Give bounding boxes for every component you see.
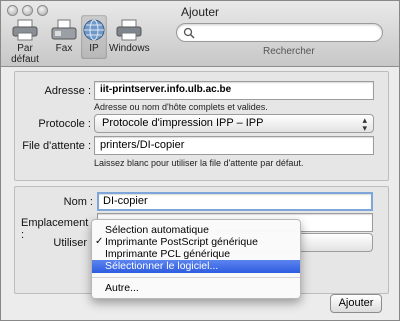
use-label: Utiliser	[53, 237, 87, 249]
protocol-popup[interactable]: Protocole d'impression IPP – IPP ▴ ▾	[94, 114, 374, 133]
add-printer-window: Ajouter Par défaut Fax IP Windows Recher…	[0, 0, 400, 321]
fax-icon	[51, 19, 77, 40]
windows-printer-icon	[116, 19, 142, 41]
menu-item-pcl[interactable]: Imprimante PCL générique	[92, 248, 300, 260]
toolbar-ip-label: IP	[89, 43, 99, 54]
menu-item-label: Sélectionner le logiciel...	[105, 260, 219, 272]
menu-item-postscript[interactable]: ✓ Imprimante PostScript générique	[92, 236, 300, 248]
search-field[interactable]	[176, 23, 383, 42]
toolbar-windows-label: Windows	[109, 43, 150, 54]
menu-item-label: Sélection automatique	[105, 224, 209, 236]
driver-menu: Sélection automatique ✓ Imprimante PostS…	[91, 219, 301, 299]
toolbar-default-label: Par défaut	[11, 43, 39, 65]
default-printer-icon	[12, 19, 38, 41]
menu-separator	[92, 277, 300, 278]
name-label: Nom :	[63, 196, 93, 208]
queue-hint: Laissez blanc pour utiliser la file d'at…	[94, 158, 304, 168]
address-hint: Adresse ou nom d'hôte complets et valide…	[94, 102, 268, 112]
address-label: Adresse :	[44, 85, 91, 97]
menu-item-select-software[interactable]: Sélectionner le logiciel...	[92, 260, 300, 273]
toolbar-fax[interactable]: Fax	[49, 15, 79, 59]
search-icon	[183, 27, 195, 39]
menu-item-label: Imprimante PostScript générique	[105, 236, 258, 248]
protocol-value: Protocole d'impression IPP – IPP	[102, 117, 264, 129]
address-field[interactable]: iit-printserver.info.ulb.ac.be	[94, 81, 374, 100]
menu-item-label: Autre...	[105, 282, 139, 294]
toolbar-default[interactable]: Par défaut	[3, 15, 47, 65]
toolbar: Ajouter Par défaut Fax IP Windows Recher…	[1, 1, 399, 67]
search-label: Rechercher	[263, 46, 315, 57]
toolbar-ip[interactable]: IP	[81, 15, 107, 59]
name-field[interactable]: DI-copier	[97, 192, 373, 211]
popup-arrows-icon: ▴ ▾	[362, 115, 367, 133]
toolbar-windows[interactable]: Windows	[109, 15, 150, 59]
menu-item-label: Imprimante PCL générique	[105, 248, 231, 260]
queue-field[interactable]: printers/DI-copier	[94, 136, 374, 155]
protocol-label: Protocole :	[38, 118, 91, 130]
menu-item-auto-select[interactable]: Sélection automatique	[92, 224, 300, 236]
toolbar-fax-label: Fax	[55, 43, 73, 54]
ip-globe-icon	[83, 19, 105, 41]
add-button[interactable]: Ajouter	[330, 294, 382, 313]
menu-item-other[interactable]: Autre...	[92, 282, 300, 294]
checkmark-icon: ✓	[95, 236, 104, 247]
queue-label: File d'attente :	[22, 140, 91, 152]
